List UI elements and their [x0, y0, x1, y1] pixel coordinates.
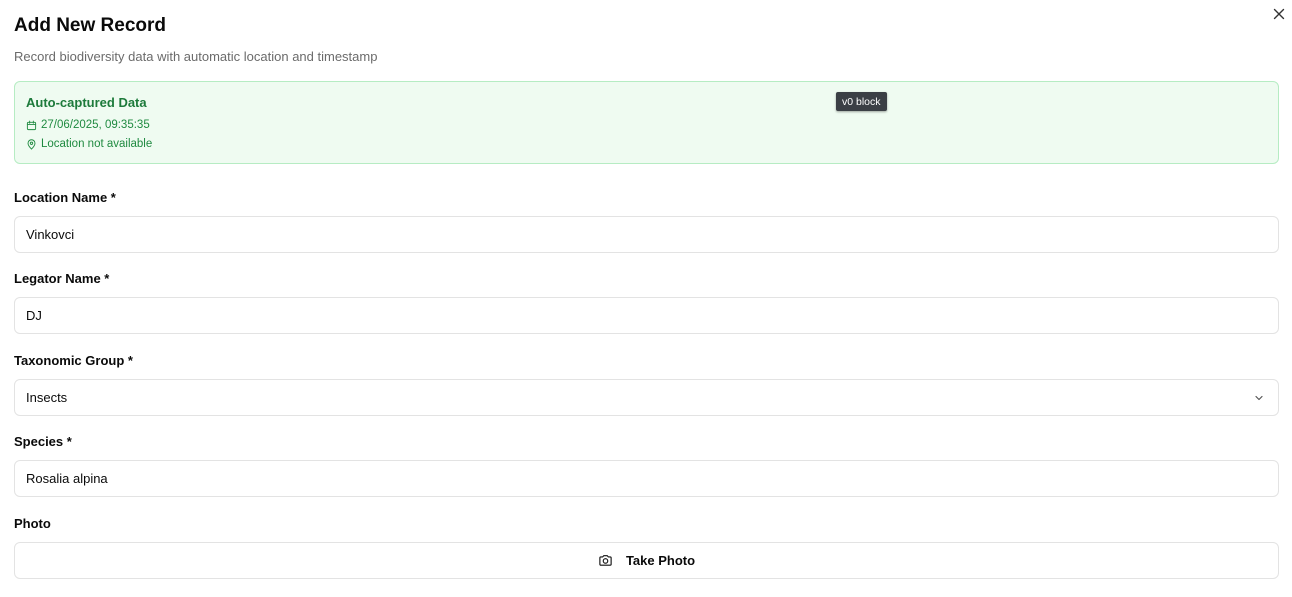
location-name-label: Location Name * — [14, 190, 116, 205]
timestamp-row: 27/06/2025, 09:35:35 — [26, 119, 150, 131]
v0-block-badge: v0 block — [836, 92, 887, 111]
map-pin-icon — [27, 138, 36, 150]
location-name-input[interactable] — [14, 216, 1279, 253]
location-status-text: Location not available — [41, 138, 153, 150]
take-photo-label: Take Photo — [625, 553, 696, 568]
legator-name-input[interactable] — [14, 297, 1279, 334]
chevron-down-icon — [1255, 395, 1263, 401]
species-label: Species * — [14, 434, 72, 449]
close-icon — [1273, 8, 1285, 20]
taxonomic-group-label: Taxonomic Group * — [14, 353, 133, 368]
add-record-dialog: Add New Record Record biodiversity data … — [0, 0, 1292, 597]
photo-label: Photo — [14, 516, 51, 531]
dialog-title: Add New Record — [14, 15, 167, 36]
timestamp-text: 27/06/2025, 09:35:35 — [41, 119, 150, 131]
close-button[interactable] — [1270, 5, 1288, 23]
dialog-subtitle: Record biodiversity data with automatic … — [14, 49, 378, 64]
take-photo-button[interactable]: Take Photo — [14, 542, 1279, 579]
auto-captured-heading: Auto-captured Data — [26, 95, 147, 110]
auto-captured-panel: Auto-captured Data 27/06/2025, 09:35:35 … — [14, 81, 1279, 164]
taxonomic-group-value: Insects — [26, 390, 68, 405]
species-input[interactable] — [14, 460, 1279, 497]
calendar-icon — [26, 120, 37, 130]
location-row: Location not available — [26, 138, 152, 150]
taxonomic-group-select[interactable]: Insects — [14, 379, 1279, 416]
legator-name-label: Legator Name * — [14, 271, 110, 286]
camera-icon — [599, 555, 612, 566]
